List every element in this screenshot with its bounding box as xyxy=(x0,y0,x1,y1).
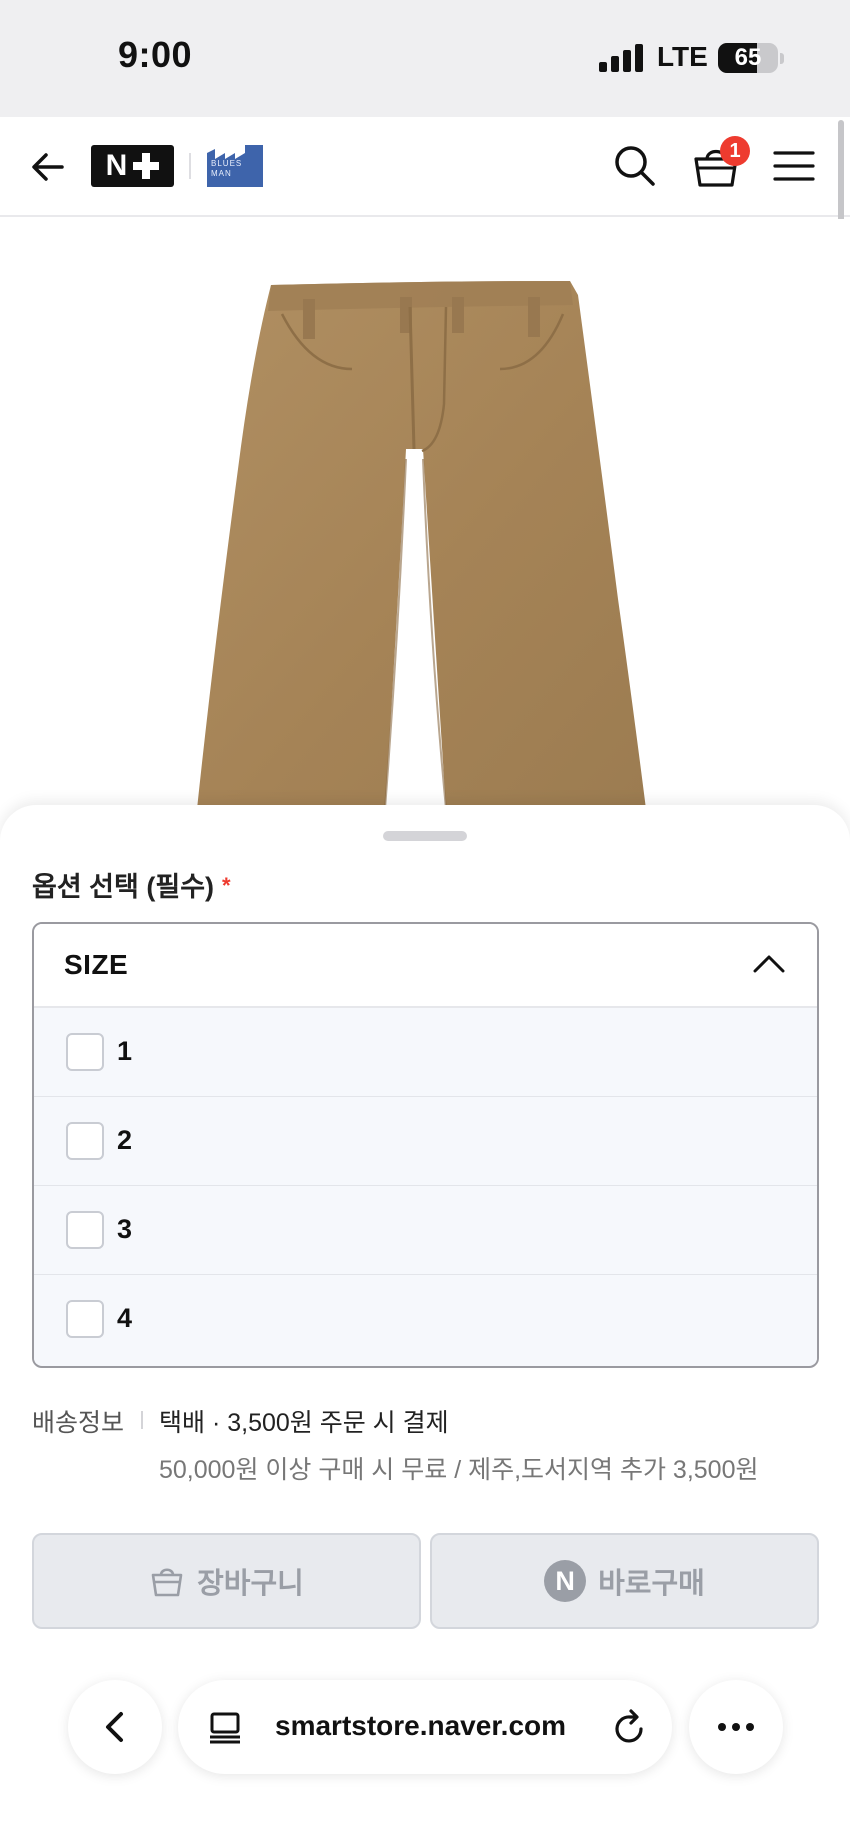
hamburger-menu-icon xyxy=(773,151,815,181)
add-to-cart-button[interactable]: 장바구니 xyxy=(32,1533,421,1629)
size-option-row[interactable]: 2 xyxy=(34,1097,817,1186)
signal-icon xyxy=(599,44,645,72)
search-button[interactable] xyxy=(613,144,657,188)
size-option-label: 2 xyxy=(117,1125,133,1155)
browser-back-button[interactable] xyxy=(68,1680,162,1774)
option-title-text: 옵션 선택 (필수) xyxy=(32,872,215,902)
pants-image xyxy=(197,281,646,809)
size-option-row[interactable]: 1 xyxy=(34,1008,817,1097)
sheet-drag-handle[interactable] xyxy=(383,831,467,841)
arrow-left-icon xyxy=(32,153,64,181)
buy-now-label: 바로구매 xyxy=(598,1568,705,1600)
option-section-title: 옵션 선택 (필수) * xyxy=(32,865,231,904)
back-button[interactable] xyxy=(28,147,68,187)
size-option-checkbox[interactable] xyxy=(66,1300,104,1338)
size-option-checkbox[interactable] xyxy=(66,1211,104,1249)
size-option-label: 4 xyxy=(117,1303,133,1333)
battery-percent: 65 xyxy=(734,44,762,71)
brand-logo-text: BLUES MAN xyxy=(211,159,243,178)
shipping-divider xyxy=(141,1411,143,1429)
browser-url: smartstore.naver.com xyxy=(275,1710,567,1741)
status-time: 9:00 xyxy=(118,34,193,75)
size-option-checkbox[interactable] xyxy=(66,1033,104,1071)
size-option-label: 3 xyxy=(117,1214,133,1244)
store-logo-n: N xyxy=(105,149,128,182)
shipping-main-text: 택배 · 3,500원 주문 시 결제 xyxy=(159,1409,449,1437)
tabs-icon[interactable] xyxy=(208,1711,242,1745)
size-dropdown-header[interactable]: SIZE xyxy=(34,924,817,1008)
cart-count-badge: 1 xyxy=(720,136,750,166)
search-icon xyxy=(615,146,655,186)
more-dots-icon xyxy=(718,1723,754,1731)
shopping-bag-icon xyxy=(151,1568,183,1597)
size-dropdown-label: SIZE xyxy=(64,949,129,980)
shipping-label: 배송정보 xyxy=(32,1409,125,1437)
size-option-checkbox[interactable] xyxy=(66,1122,104,1160)
product-image xyxy=(0,219,850,809)
battery-icon: 65 xyxy=(718,43,778,73)
size-option-label: 1 xyxy=(117,1036,133,1066)
buy-now-button[interactable]: N 바로구매 xyxy=(430,1533,819,1629)
browser-address-bar[interactable]: smartstore.naver.com xyxy=(178,1680,672,1774)
network-label: LTE xyxy=(657,41,708,72)
brand-logo[interactable]: BLUES MAN xyxy=(207,145,263,187)
logo-divider xyxy=(189,153,191,179)
naver-pay-icon: N xyxy=(544,1560,587,1602)
add-to-cart-label: 장바구니 xyxy=(197,1568,304,1600)
battery-nub xyxy=(780,53,784,64)
required-mark: * xyxy=(222,873,231,898)
browser-more-button[interactable] xyxy=(689,1680,783,1774)
status-bar: 9:00 LTE 65 xyxy=(0,0,850,117)
size-option-row[interactable]: 4 xyxy=(34,1275,817,1364)
chevron-left-icon xyxy=(106,1712,123,1742)
app-header: N BLUES MAN 1 xyxy=(0,117,850,217)
plus-icon xyxy=(133,153,160,179)
menu-button[interactable] xyxy=(773,148,815,184)
store-logo[interactable]: N xyxy=(91,145,174,187)
reload-icon[interactable] xyxy=(612,1708,648,1746)
shipping-sub-text: 50,000원 이상 구매 시 무료 / 제주,도서지역 추가 3,500원 xyxy=(159,1456,759,1484)
chevron-up-icon xyxy=(753,955,785,973)
size-dropdown: SIZE 1 2 3 4 xyxy=(32,922,819,1368)
size-option-row[interactable]: 3 xyxy=(34,1186,817,1275)
